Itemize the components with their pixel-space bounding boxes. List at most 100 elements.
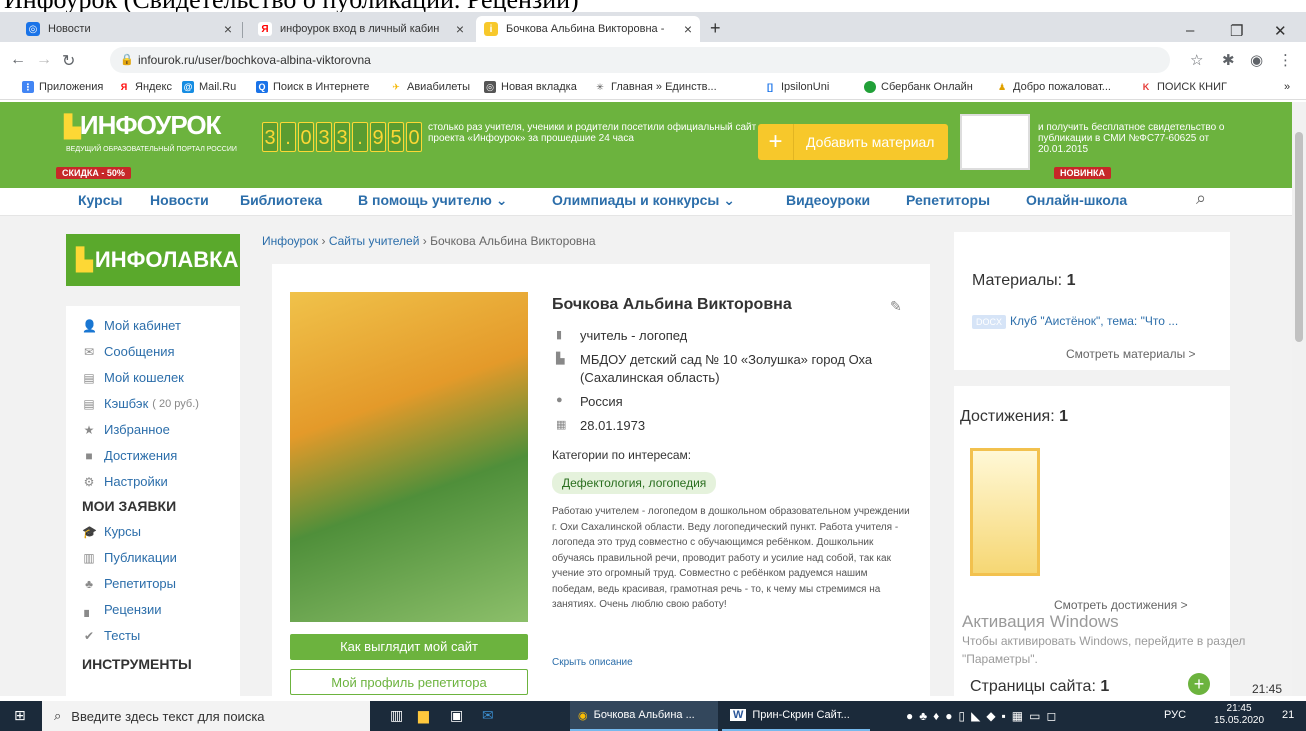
plus-icon: +: [758, 124, 794, 160]
graduation-cap-icon: 🎓: [82, 524, 97, 539]
task-view-icon[interactable]: ▥: [390, 707, 403, 724]
reload-icon[interactable]: ↻: [62, 51, 75, 71]
sidebar-item-cashback[interactable]: ▤ Кэшбэк( 20 руб.): [82, 396, 199, 411]
notification-icon[interactable]: 21: [1282, 709, 1294, 721]
sidebar-item-req-courses[interactable]: 🎓 Курсы: [82, 524, 141, 539]
nav-courses[interactable]: Курсы: [78, 192, 122, 208]
bookmark-newtab[interactable]: ◎ Новая вкладка: [484, 81, 577, 93]
maximize-button[interactable]: ❐: [1230, 22, 1243, 40]
url-input[interactable]: 🔒 infourok.ru/user/bochkova-albina-vikto…: [110, 47, 1170, 73]
tutor-profile-button[interactable]: Мой профиль репетитора: [290, 669, 528, 695]
hide-description-link[interactable]: Скрыть описание: [552, 657, 633, 668]
store-icon[interactable]: ▣: [450, 707, 463, 724]
tab-search[interactable]: Я инфоурок вход в личный кабин ×: [250, 16, 472, 42]
breadcrumb-section[interactable]: Сайты учителей: [329, 234, 420, 248]
extension-icon[interactable]: ✱: [1222, 51, 1235, 69]
bookmark-mailru[interactable]: @ Mail.Ru: [182, 81, 236, 93]
scrollbar-thumb[interactable]: [1295, 132, 1303, 342]
mail-icon[interactable]: ✉: [482, 707, 494, 724]
infolavka-banner[interactable]: ▙ ИНФОЛАВКА: [66, 234, 240, 286]
forward-arrow-icon[interactable]: →: [36, 51, 52, 69]
bookmark-search[interactable]: Q Поиск в Интернете: [256, 81, 369, 93]
certificate-thumbnail[interactable]: [960, 114, 1030, 170]
apps-icon: ⋮: [22, 81, 34, 93]
category-tag[interactable]: Дефектология, логопедия: [552, 472, 717, 494]
tab-profile[interactable]: i Бочкова Альбина Викторовна - ×: [476, 16, 700, 42]
sidebar-item-req-reviews[interactable]: ▖ Рецензии: [82, 602, 161, 617]
tab-news[interactable]: ◎ Новости ×: [18, 16, 240, 42]
sidebar-item-cabinet[interactable]: 👤 Мой кабинет: [82, 318, 181, 333]
sidebar-item-messages[interactable]: ✉ Сообщения: [82, 344, 175, 359]
sidebar-item-settings[interactable]: ⚙ Настройки: [82, 474, 168, 489]
materials-card: Материалы: 1 DOCX Клуб "Аистёнок", тема: …: [954, 232, 1230, 370]
nav-teacher-help[interactable]: В помощь учителю ⌄: [358, 192, 508, 209]
add-material-button[interactable]: + Добавить материал: [758, 124, 948, 160]
taskbar-app-chrome[interactable]: ◉ Бочкова Альбина ...: [570, 701, 718, 731]
site-header: ▙ИНФОУРОК ВЕДУЩИЙ ОБРАЗОВАТЕЛЬНЫЙ ПОРТАЛ…: [0, 102, 1292, 188]
users-icon: ♟: [997, 81, 1007, 92]
breadcrumb-current: Бочкова Альбина Викторовна: [430, 234, 596, 248]
sidebar-item-favorites[interactable]: ★ Избранное: [82, 422, 170, 437]
file-explorer-icon[interactable]: ▆: [418, 707, 429, 724]
nav-tutors[interactable]: Репетиторы: [906, 192, 990, 208]
bookmark-books[interactable]: K ПОИСК КНИГ: [1140, 81, 1227, 93]
taskbar-app-word[interactable]: W Прин-Скрин Сайт...: [722, 701, 870, 731]
bookmark-apps[interactable]: ⋮ Приложения: [22, 81, 103, 93]
account-icon[interactable]: ◉: [1250, 51, 1263, 69]
sidebar-item-achievements[interactable]: ■ Достижения: [82, 448, 177, 463]
bookmark-tickets[interactable]: ✈ Авиабилеты: [390, 81, 470, 93]
bookmark-welcome[interactable]: ♟ Добро пожаловат...: [996, 81, 1111, 93]
taskbar-search-input[interactable]: ⌕ Введите здесь текст для поиска: [42, 701, 370, 731]
nav-olympiads[interactable]: Олимпиады и конкурсы ⌄: [552, 192, 735, 209]
profile-org-region: (Сахалинская область): [580, 370, 720, 385]
briefcase-icon: ■: [85, 448, 93, 463]
more-bookmarks-icon[interactable]: »: [1284, 81, 1290, 93]
certificate-promo-text[interactable]: и получить бесплатное свидетельство о пу…: [1038, 122, 1248, 155]
globe-icon: ◎: [26, 22, 40, 36]
sidebar-item-req-publications[interactable]: ▥ Публикации: [82, 550, 177, 565]
bookmark-ipsilon[interactable]: [] IpsilonUni: [764, 81, 829, 93]
pages-title: Страницы сайта: 1: [970, 678, 1110, 695]
menu-dots-icon[interactable]: ⋮: [1278, 51, 1293, 69]
back-arrow-icon[interactable]: ←: [10, 51, 26, 69]
yandex-icon: Я: [120, 82, 128, 92]
material-link[interactable]: DOCX Клуб "Аистёнок", тема: "Что ...: [972, 314, 1178, 329]
yandex-icon: Я: [258, 22, 272, 36]
nav-library[interactable]: Библиотека: [240, 192, 322, 208]
bookmark-sber[interactable]: Сбербанк Онлайн: [864, 81, 973, 93]
site-logo[interactable]: ▙ИНФОУРОК: [64, 110, 221, 141]
close-window-button[interactable]: ✕: [1274, 22, 1287, 40]
nav-online-school[interactable]: Онлайн-школа: [1026, 192, 1127, 208]
close-icon[interactable]: ×: [224, 21, 232, 37]
star-icon[interactable]: ☆: [1190, 51, 1203, 69]
bookmark-main[interactable]: ✳ Главная » Единств...: [594, 81, 716, 93]
page-scrollbar[interactable]: [1292, 102, 1306, 696]
sidebar-item-wallet[interactable]: ▤ Мой кошелек: [82, 370, 184, 385]
breadcrumb-home[interactable]: Инфоурок: [262, 234, 318, 248]
sidebar-item-req-tests[interactable]: ✔ Тесты: [82, 628, 140, 643]
view-materials-link[interactable]: Смотреть материалы >: [1066, 347, 1196, 361]
search-icon[interactable]: ⌕: [1196, 188, 1206, 209]
new-badge: НОВИНКА: [1054, 167, 1111, 179]
add-page-button[interactable]: +: [1188, 673, 1210, 695]
view-achievements-link[interactable]: Смотреть достижения >: [1054, 598, 1188, 612]
search-icon: ⌕: [54, 708, 62, 723]
close-icon[interactable]: ×: [456, 21, 464, 37]
nav-news[interactable]: Новости: [150, 192, 209, 208]
nav-videolessons[interactable]: Видеоуроки: [786, 192, 870, 208]
address-bar-row: ← → ↻ 🔒 infourok.ru/user/bochkova-albina…: [0, 42, 1306, 78]
sidebar-item-req-tutors[interactable]: ♣ Репетиторы: [82, 576, 176, 591]
achievement-certificate[interactable]: [970, 448, 1040, 576]
pencil-icon[interactable]: ✎: [890, 298, 902, 315]
close-icon[interactable]: ×: [684, 21, 692, 37]
bookmark-yandex[interactable]: Я Яндекс: [118, 81, 172, 93]
taskbar-clock[interactable]: 21:45 15.05.2020: [1214, 703, 1264, 727]
language-indicator[interactable]: РУС: [1164, 709, 1186, 721]
windows-start-icon[interactable]: ⊞: [14, 707, 26, 724]
minimize-button[interactable]: –: [1186, 22, 1194, 39]
plane-icon: ✈: [392, 81, 400, 92]
lock-icon: 🔒: [120, 54, 134, 66]
system-tray-icons[interactable]: ●♣♦●▯◣◆▪▦▭◻: [906, 709, 1062, 723]
view-site-button[interactable]: Как выглядит мой сайт: [290, 634, 528, 660]
new-tab-button[interactable]: +: [710, 18, 721, 39]
